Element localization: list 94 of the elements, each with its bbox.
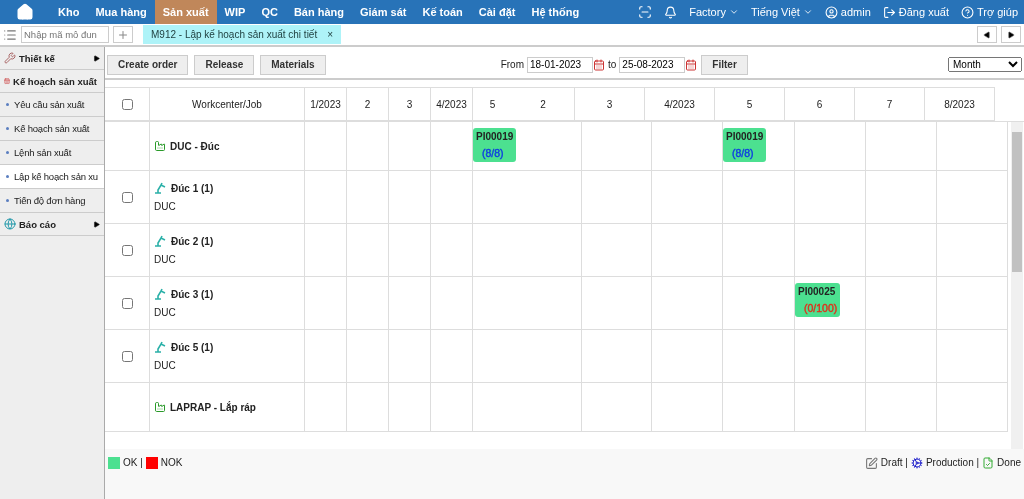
globe-icon	[4, 218, 16, 230]
menu-icon[interactable]	[3, 27, 17, 42]
sidebar-item[interactable]: Lập kế hoạch sản xu	[0, 165, 104, 189]
legend-label: Production |	[925, 457, 980, 468]
bell-icon[interactable]	[664, 5, 678, 19]
scroll-right-button[interactable]	[1001, 26, 1021, 43]
logout-link[interactable]: Đăng xuất	[898, 6, 949, 18]
gears-icon	[910, 457, 923, 469]
row-checkbox[interactable]	[121, 98, 133, 110]
help-icon	[960, 5, 974, 19]
from-label: From	[500, 59, 524, 70]
to-date-field[interactable]: 25-08-2023	[619, 56, 686, 73]
calendar-icon[interactable]	[593, 58, 605, 71]
logout-icon	[882, 5, 896, 19]
nav-menu-item[interactable]: Kế toán	[414, 0, 471, 24]
to-label: to	[608, 59, 617, 70]
machine-group: DUC	[154, 360, 176, 371]
machine-name: Đúc 2 (1)	[154, 235, 214, 247]
machine-name: Đúc 1 (1)	[154, 182, 214, 194]
legend-label: Draft |	[880, 457, 908, 468]
column-header: 1/2023	[305, 87, 347, 121]
legend-label: Done	[997, 457, 1021, 468]
column-header: 6	[785, 87, 855, 121]
column-header: Workcenter/Job	[150, 87, 305, 121]
column-header: 3	[389, 87, 431, 121]
scrollbar[interactable]	[1011, 122, 1023, 449]
job-card[interactable]: PI00025 (0/100)	[795, 283, 841, 317]
nav-menu-item[interactable]: Bán hàng	[285, 0, 352, 24]
machine-name: Đúc 5 (1)	[154, 341, 214, 353]
column-header: 2	[347, 87, 389, 121]
triangle-right-icon	[1007, 30, 1015, 39]
caret-icon	[728, 7, 739, 17]
home-icon[interactable]	[16, 3, 34, 21]
help-link[interactable]: Trợ giúp	[976, 6, 1018, 18]
legend-label: NOK	[160, 457, 183, 468]
column-header: 5	[473, 87, 512, 121]
toolbar-button[interactable]: Create order	[107, 54, 189, 75]
machine-group: DUC	[154, 254, 176, 265]
machine-group: DUC	[154, 307, 176, 318]
nav-menu-item[interactable]: WIP	[216, 0, 254, 24]
factory-icon	[154, 140, 166, 152]
pencil-icon	[864, 457, 878, 470]
robot-arm-icon	[154, 235, 167, 247]
expand-arrow-icon	[93, 220, 100, 228]
factory-icon	[154, 401, 166, 413]
period-select[interactable]: Month	[948, 57, 1022, 72]
workcenter-name: DUC - Đúc	[154, 140, 220, 152]
user-name[interactable]: admin	[840, 6, 871, 18]
row-checkbox[interactable]	[121, 244, 133, 256]
close-tab-button[interactable]: ×	[327, 29, 334, 40]
nav-menu-item[interactable]: Kho	[50, 0, 88, 24]
module-tab[interactable]: M912 - Lập kế hoạch sản xuất chi tiết ×	[143, 25, 342, 44]
caret-icon	[802, 7, 813, 17]
nav-menu-item[interactable]: Cài đặt	[470, 0, 524, 24]
column-header: 5	[715, 87, 785, 121]
nav-menu-item[interactable]: QC	[253, 0, 286, 24]
machine-group: DUC	[154, 201, 176, 212]
expand-arrow-icon	[93, 54, 100, 62]
column-header: 4/2023	[431, 87, 473, 121]
calendar-icon[interactable]	[685, 58, 698, 71]
robot-arm-icon	[154, 341, 167, 353]
robot-arm-icon	[154, 288, 167, 300]
workcenter-name: LAPRAP - Lắp ráp	[154, 401, 256, 413]
calendar-icon	[4, 75, 11, 87]
filter-button[interactable]: Filter	[701, 54, 748, 75]
file-check-icon	[982, 457, 995, 469]
row-checkbox[interactable]	[121, 191, 133, 203]
module-code-input[interactable]: Nhập mã mô đun	[21, 26, 109, 43]
job-card[interactable]: PI00019 (8/8)	[473, 128, 517, 162]
user-icon	[824, 5, 838, 19]
nav-menu-item[interactable]: Giám sát	[352, 0, 415, 24]
language-dropdown[interactable]: Tiếng Việt	[750, 6, 800, 18]
column-header: 7	[855, 87, 925, 121]
nav-menu-item[interactable]: Mua hàng	[87, 0, 155, 24]
scroll-left-button[interactable]	[977, 26, 997, 43]
toolbar-button[interactable]: Release	[194, 54, 255, 75]
robot-arm-icon	[154, 182, 167, 194]
factory-dropdown[interactable]: Factory	[689, 6, 726, 18]
job-card[interactable]: PI00019 (8/8)	[723, 128, 767, 162]
plus-icon	[117, 28, 129, 41]
tools-icon	[4, 52, 16, 64]
triangle-left-icon	[983, 30, 991, 39]
column-header: 8/2023	[925, 87, 995, 121]
from-date-field[interactable]: 18-01-2023	[527, 56, 593, 73]
row-checkbox[interactable]	[121, 297, 133, 309]
toolbar-button[interactable]: Materials	[260, 54, 326, 75]
column-header: 4/2023	[645, 87, 715, 121]
column-header: 3	[575, 87, 645, 121]
nav-menu-item[interactable]: Hệ thống	[523, 0, 588, 24]
scan-icon[interactable]	[638, 5, 653, 19]
legend-label: OK |	[123, 457, 143, 468]
column-header: 2	[512, 87, 575, 121]
row-checkbox[interactable]	[121, 350, 133, 362]
machine-name: Đúc 3 (1)	[154, 288, 214, 300]
